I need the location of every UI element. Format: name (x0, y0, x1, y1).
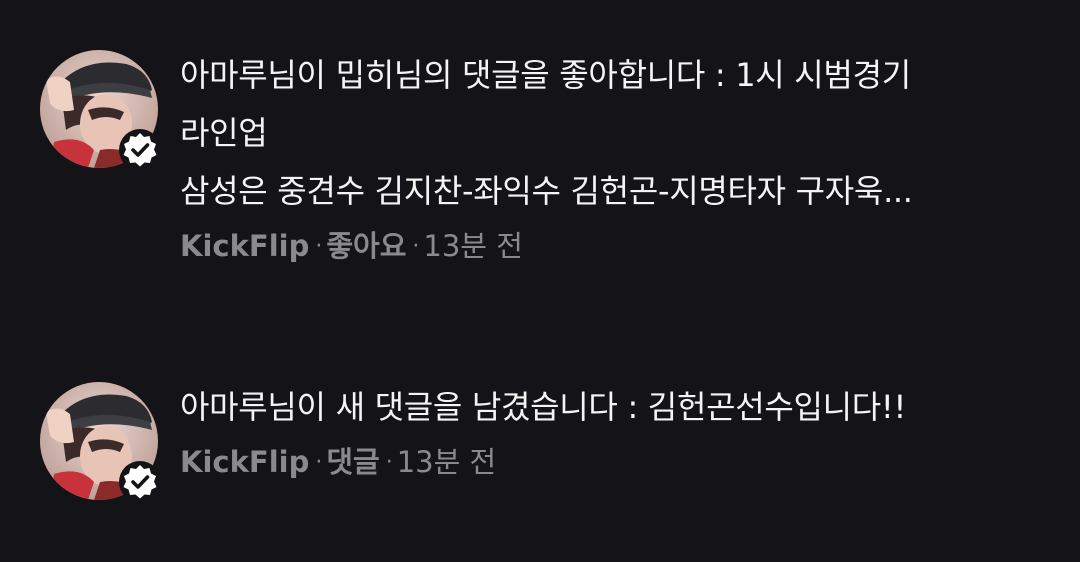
username-link[interactable]: KickFlip (180, 229, 309, 263)
avatar-container[interactable] (40, 382, 161, 503)
notification-content[interactable]: 아마루님이 새 댓글을 남겼습니다 : 김헌곤선수입니다!! KickFlip ·… (180, 378, 1050, 488)
notification-item[interactable]: 아마루님이 밉히님의 댓글을 좋아합니다 : 1시 시범경기 라인업 삼성은 중… (0, 46, 1080, 286)
notification-feed: 아마루님이 밉히님의 댓글을 좋아합니다 : 1시 시범경기 라인업 삼성은 중… (0, 0, 1080, 562)
separator-dot: · (412, 234, 420, 259)
username-link[interactable]: KickFlip (180, 445, 309, 479)
notification-message-line: 라인업 (180, 114, 268, 152)
notification-type: 좋아요 (326, 229, 407, 263)
notification-meta: KickFlip · 좋아요 · 13분 전 (180, 224, 1050, 272)
notification-content[interactable]: 아마루님이 밉히님의 댓글을 좋아합니다 : 1시 시범경기 라인업 삼성은 중… (180, 46, 1050, 272)
timestamp: 13분 전 (423, 229, 523, 263)
comment-preview: 삼성은 중견수 김지찬-좌익수 김헌곤-지명타자 구자욱... (180, 172, 913, 210)
notification-message-line: 아마루님이 새 댓글을 남겼습니다 : 김헌곤선수입니다!! (180, 388, 906, 426)
timestamp: 13분 전 (396, 445, 497, 479)
verified-badge-icon (118, 128, 162, 172)
notification-type: 댓글 (326, 445, 380, 479)
separator-dot: · (315, 234, 323, 259)
notification-message-line: 아마루님이 밉히님의 댓글을 좋아합니다 : 1시 시범경기 (180, 56, 911, 94)
separator-dot: · (385, 450, 393, 475)
notification-meta: KickFlip · 댓글 · 13분 전 (180, 440, 1050, 488)
avatar-container[interactable] (40, 50, 161, 171)
notification-item[interactable]: 아마루님이 새 댓글을 남겼습니다 : 김헌곤선수입니다!! KickFlip ·… (0, 378, 1080, 518)
separator-dot: · (315, 450, 323, 475)
verified-badge-icon (118, 460, 162, 504)
